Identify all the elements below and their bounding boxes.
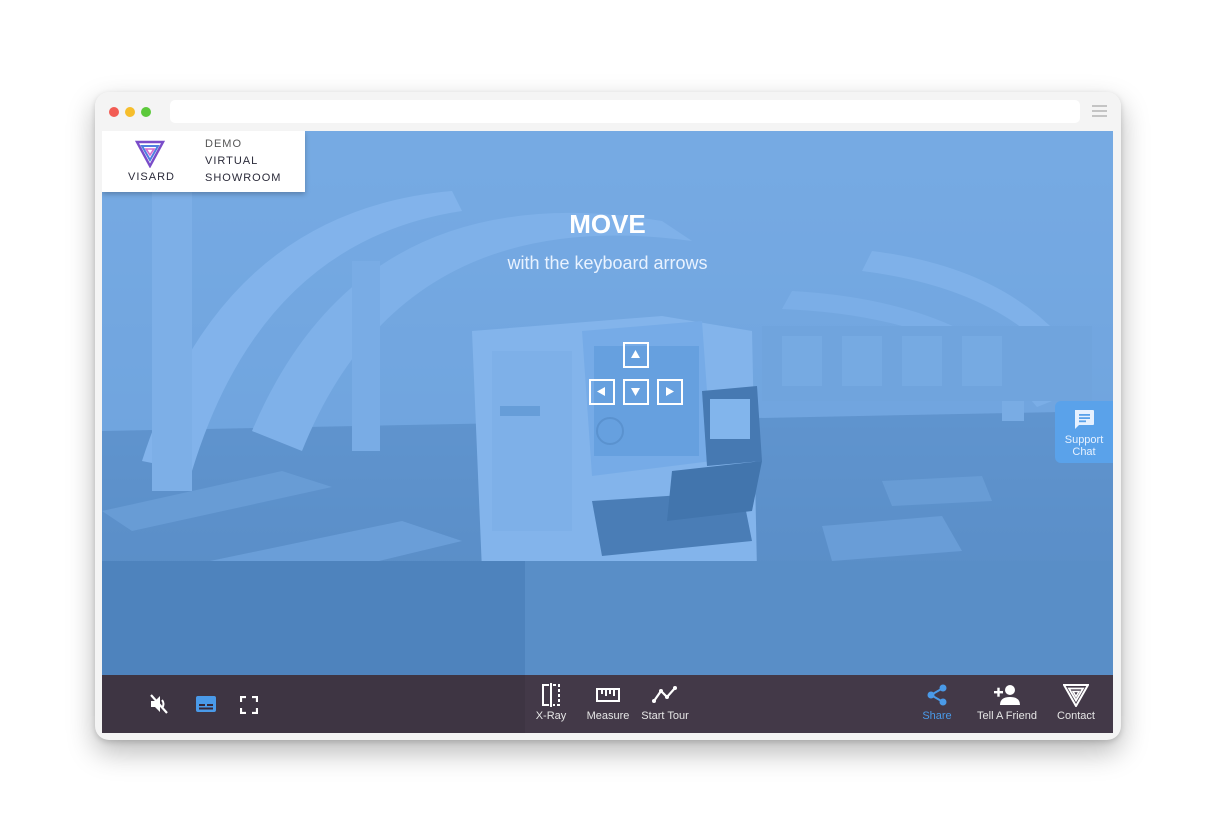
tell-a-friend-label: Tell A Friend bbox=[977, 710, 1037, 722]
bottom-toolbar: X-Ray Measure Start Tour Share Tell A Fr… bbox=[102, 675, 1113, 733]
share-label: Share bbox=[922, 710, 952, 722]
tour-icon bbox=[652, 686, 677, 703]
logo-line-virtual: VIRTUAL bbox=[205, 155, 259, 167]
start-tour-label: Start Tour bbox=[641, 710, 689, 722]
visard-logo-icon bbox=[135, 140, 165, 168]
showroom-viewport[interactable]: VISARD DEMO VIRTUAL SHOWROOM MOVE with t… bbox=[102, 131, 1113, 733]
support-chat-label-1: Support bbox=[1064, 434, 1104, 446]
logo-tagline: DEMO VIRTUAL SHOWROOM bbox=[205, 136, 281, 187]
contact-button[interactable]: Contact bbox=[1052, 675, 1100, 733]
share-icon bbox=[927, 684, 947, 706]
start-tour-button[interactable]: Start Tour bbox=[637, 675, 693, 733]
arrow-left-icon bbox=[597, 387, 605, 396]
browser-window: VISARD DEMO VIRTUAL SHOWROOM MOVE with t… bbox=[95, 92, 1121, 740]
arrow-right-key bbox=[657, 379, 683, 405]
browser-titlebar bbox=[95, 92, 1121, 131]
arrow-up-icon bbox=[631, 350, 640, 358]
visard-logo-icon bbox=[1063, 684, 1089, 707]
support-chat-label-2: Chat bbox=[1072, 446, 1096, 458]
contact-label: Contact bbox=[1057, 710, 1095, 722]
subtitles-icon[interactable] bbox=[195, 694, 217, 714]
arrow-left-key bbox=[589, 379, 615, 405]
arrow-right-icon bbox=[666, 387, 674, 396]
maximize-window-button[interactable] bbox=[141, 107, 151, 117]
support-chat-button[interactable]: Support Chat bbox=[1055, 401, 1113, 463]
arrow-down-icon bbox=[631, 388, 640, 396]
brand-name: VISARD bbox=[128, 171, 175, 183]
ruler-icon bbox=[596, 688, 620, 702]
arrow-down-key bbox=[623, 379, 649, 405]
hint-subtitle: with the keyboard arrows bbox=[507, 253, 708, 273]
xray-label: X-Ray bbox=[535, 710, 567, 722]
logo-line-showroom: SHOWROOM bbox=[205, 172, 282, 184]
add-person-icon bbox=[994, 685, 1020, 705]
hint-title: MOVE bbox=[569, 209, 646, 239]
share-button[interactable]: Share bbox=[917, 675, 957, 733]
minimize-window-button[interactable] bbox=[125, 107, 135, 117]
xray-icon bbox=[542, 683, 560, 707]
tell-a-friend-button[interactable]: Tell A Friend bbox=[972, 675, 1042, 733]
logo-line-demo: DEMO bbox=[205, 138, 242, 150]
chat-icon bbox=[1075, 410, 1094, 429]
address-bar[interactable] bbox=[170, 100, 1080, 123]
xray-button[interactable]: X-Ray bbox=[528, 675, 574, 733]
logo-panel[interactable]: VISARD DEMO VIRTUAL SHOWROOM bbox=[102, 131, 305, 192]
mute-icon[interactable] bbox=[148, 693, 170, 715]
arrow-up-key bbox=[623, 342, 649, 368]
browser-menu-button[interactable] bbox=[1092, 105, 1107, 118]
measure-label: Measure bbox=[586, 710, 630, 722]
fullscreen-icon[interactable] bbox=[240, 696, 258, 714]
measure-button[interactable]: Measure bbox=[582, 675, 634, 733]
close-window-button[interactable] bbox=[109, 107, 119, 117]
